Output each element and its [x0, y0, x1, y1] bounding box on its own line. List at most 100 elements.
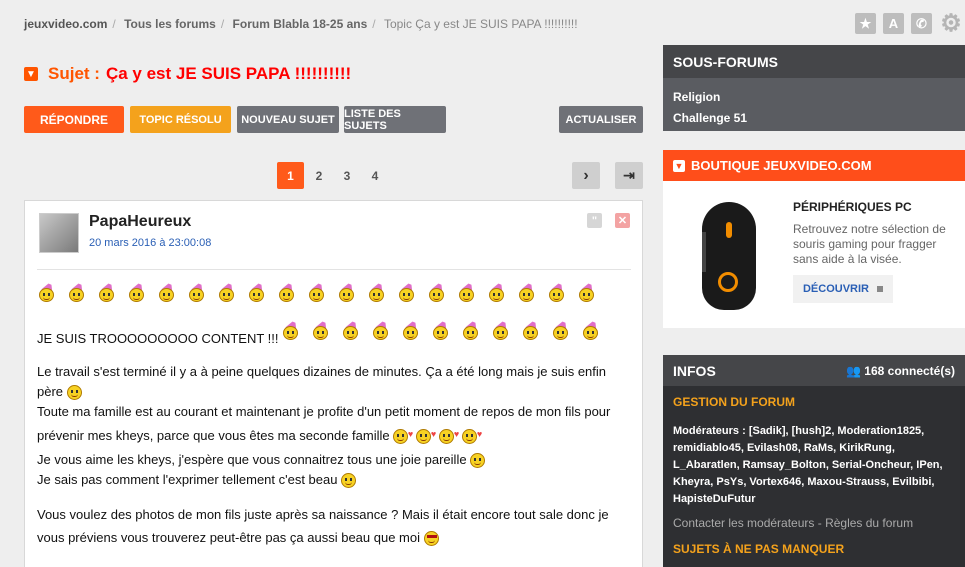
chevron-down-icon[interactable]: ▼	[673, 159, 685, 172]
party-smiley-icon	[577, 279, 599, 302]
topic-header: ▼ Sujet : Ça y est JE SUIS PAPA !!!!!!!!…	[24, 64, 351, 84]
divider	[37, 269, 631, 270]
chevron-down-icon[interactable]: ▼	[24, 67, 38, 81]
resolved-button[interactable]: TOPIC RÉSOLU	[130, 106, 231, 133]
smiley-row	[281, 317, 603, 340]
crying-smiley-icon	[341, 473, 357, 489]
party-smiley-icon	[281, 317, 303, 340]
party-smiley-icon	[517, 279, 539, 302]
infos-title: INFOS	[673, 362, 716, 379]
party-smiley-icon	[187, 279, 209, 302]
last-page-button[interactable]: ⇥	[615, 162, 643, 189]
party-smiley-icon	[457, 279, 479, 302]
post-text: Toute ma famille est au courant et maint…	[37, 404, 611, 419]
topic-label: Sujet :	[48, 64, 100, 83]
connected-count: 👥 168 connecté(s)	[846, 363, 955, 378]
avatar[interactable]	[39, 213, 79, 253]
party-smiley-icon	[157, 279, 179, 302]
party-smiley-icon	[397, 279, 419, 302]
boutique-header: ▼ BOUTIQUE JEUXVIDEO.COM	[663, 150, 965, 181]
post-text: Le travail s'est terminé il y a à peine …	[37, 364, 607, 379]
post-text: Je vous aime les kheys, j'espère que vou…	[37, 452, 467, 467]
boutique-panel: ▼ BOUTIQUE JEUXVIDEO.COM PÉRIPHÉRIQUES P…	[663, 150, 965, 328]
post-text: Vous voulez des photos de mon fils juste…	[37, 507, 609, 522]
post-paragraph: Vous voulez des photos de mon fils juste…	[37, 505, 609, 548]
sous-forums-title: SOUS-FORUMS	[663, 45, 965, 78]
gestion-title: GESTION DU FORUM	[673, 395, 795, 409]
party-smiley-icon	[67, 279, 89, 302]
party-smiley-icon	[277, 279, 299, 302]
breadcrumb-home[interactable]: jeuxvideo.com	[24, 17, 107, 31]
next-page-button[interactable]: ›	[572, 162, 600, 189]
moderators-label: Modérateurs :	[673, 425, 746, 437]
reply-button[interactable]: RÉPONDRE	[24, 106, 124, 133]
party-smiley-icon	[487, 279, 509, 302]
happy-smiley-icon	[470, 453, 486, 469]
translate-icon[interactable]: A	[883, 13, 904, 34]
party-smiley-icon	[307, 279, 329, 302]
party-smiley-icon	[127, 279, 149, 302]
quote-icon[interactable]: "	[587, 213, 602, 228]
party-smiley-icon	[521, 317, 543, 340]
party-smiley-icon	[491, 317, 513, 340]
contact-moderators-link[interactable]: Contacter les modérateurs - Règles du fo…	[663, 508, 965, 530]
page-4-button[interactable]: 4	[361, 162, 389, 189]
party-smiley-icon	[247, 279, 269, 302]
breadcrumb-all-forums[interactable]: Tous les forums	[124, 17, 216, 31]
happy-smiley-icon	[66, 385, 82, 401]
breadcrumb-forum[interactable]: Forum Blabla 18-25 ans	[233, 17, 368, 31]
party-smiley-icon	[427, 279, 449, 302]
sous-forum-item[interactable]: Religion	[663, 86, 965, 107]
party-smiley-icon	[367, 279, 389, 302]
party-smiley-icon	[431, 317, 453, 340]
post-author[interactable]: PapaHeureux	[89, 213, 191, 231]
topic-list-button[interactable]: LISTE DES SUJETS	[344, 106, 446, 133]
phone-icon[interactable]: ✆	[911, 13, 932, 34]
party-smiley-icon	[547, 279, 569, 302]
page-3-button[interactable]: 3	[333, 162, 361, 189]
sujets-title: SUJETS À NE PAS MANQUER	[673, 542, 845, 556]
product-description: Retrouvez notre sélection de souris gami…	[793, 222, 946, 266]
topic-title: Ça y est JE SUIS PAPA !!!!!!!!!!	[105, 64, 352, 83]
gaming-mouse-image[interactable]	[702, 202, 756, 310]
party-smiley-icon	[581, 317, 603, 340]
close-icon[interactable]: ✕	[615, 213, 630, 228]
moderators-list: Modérateurs : [Sadik], [hush]2, Moderati…	[663, 419, 965, 508]
new-topic-button[interactable]: NOUVEAU SUJET	[237, 106, 339, 133]
boutique-title: BOUTIQUE JEUXVIDEO.COM	[691, 158, 872, 173]
sous-forum-item[interactable]: Challenge 51	[663, 107, 965, 128]
forum-post: PapaHeureux 20 mars 2016 à 23:00:08 " ✕ …	[24, 200, 643, 567]
discover-button[interactable]: DÉCOUVRIR	[793, 275, 893, 303]
love-smiley-icon: ♥	[439, 429, 459, 445]
love-smiley-icon: ♥	[416, 429, 436, 445]
infos-header: INFOS 👥 168 connecté(s)	[663, 355, 965, 386]
refresh-button[interactable]: ACTUALISER	[559, 106, 643, 133]
top-icons: ★ A ✆ ⚙	[855, 10, 963, 37]
post-text: prévenir mes kheys, parce que vous êtes …	[37, 428, 390, 443]
love-smiley-icon: ♥	[462, 429, 482, 445]
party-smiley-icon	[337, 279, 359, 302]
product-title[interactable]: PÉRIPHÉRIQUES PC	[793, 200, 912, 214]
sous-forums-panel: SOUS-FORUMS Religion Challenge 51	[663, 45, 965, 131]
party-smiley-icon	[371, 317, 393, 340]
post-date[interactable]: 20 mars 2016 à 23:00:08	[89, 237, 211, 249]
post-text: père	[37, 384, 64, 399]
gear-icon[interactable]: ⚙	[939, 10, 963, 37]
party-smiley-icon	[97, 279, 119, 302]
party-smiley-icon	[217, 279, 239, 302]
party-smiley-icon	[37, 279, 59, 302]
party-smiley-icon	[341, 317, 363, 340]
star-icon[interactable]: ★	[855, 13, 876, 34]
infos-panel: INFOS 👥 168 connecté(s) GESTION DU FORUM…	[663, 355, 965, 567]
party-smiley-icon	[311, 317, 333, 340]
love-smiley-icon: ♥	[393, 429, 413, 445]
post-paragraph: Le travail s'est terminé il y a à peine …	[37, 362, 610, 490]
moderators-names[interactable]: [Sadik], [hush]2, Moderation1825, remidi…	[673, 425, 943, 505]
cool-smiley-icon	[423, 531, 439, 547]
page-2-button[interactable]: 2	[305, 162, 333, 189]
post-line: JE SUIS TROOOOOOOOO CONTENT !!!	[37, 329, 279, 349]
breadcrumb-current: Topic Ça y est JE SUIS PAPA !!!!!!!!!!	[383, 17, 578, 31]
party-smiley-icon	[401, 317, 423, 340]
page-1-button[interactable]: 1	[277, 162, 304, 189]
post-text: vous préviens vous trouverez peut-être p…	[37, 530, 420, 545]
